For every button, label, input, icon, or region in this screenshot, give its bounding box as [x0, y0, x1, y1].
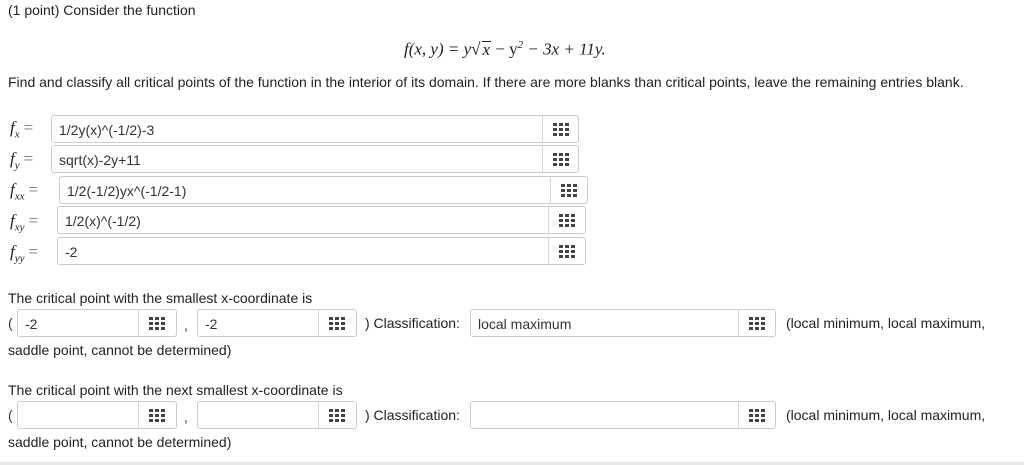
fxy-label: fxy = [10, 211, 39, 234]
fxx-answer-input[interactable]: 1/2(-1/2)yx^(-1/2-1) [59, 176, 588, 204]
grid-icon[interactable] [553, 153, 569, 167]
formula-sqrt-arg: x [481, 39, 492, 59]
point2-open-paren: ( [8, 407, 13, 423]
fxx-answer-value: 1/2(-1/2)yx^(-1/2-1) [67, 183, 187, 199]
function-formula: f(x, y) = y√ x − y2 − 3x + 11y. [404, 39, 606, 59]
point1-x-input[interactable]: -2 [17, 309, 177, 337]
formula-part3: − 3x + 11y. [527, 39, 606, 59]
point2-classification-label: ) Classification: [365, 407, 460, 423]
fx-answer-value: 1/2y(x)^(-1/2)-3 [59, 122, 155, 138]
point1-classification-label: ) Classification: [365, 315, 460, 331]
point2-y-input[interactable] [197, 401, 357, 429]
formula-exponent: 2 [517, 39, 524, 51]
fyy-label: fyy = [10, 242, 39, 265]
fx-label: fx = [10, 118, 34, 141]
grid-icon[interactable] [553, 123, 569, 137]
point1-y-input[interactable]: -2 [197, 309, 357, 337]
point2-classification-input[interactable] [470, 401, 776, 429]
fxy-answer-input[interactable]: 1/2(x)^(-1/2) [57, 206, 586, 234]
fx-answer-input[interactable]: 1/2y(x)^(-1/2)-3 [51, 115, 579, 143]
fyy-answer-input[interactable]: -2 [57, 237, 586, 265]
fyy-answer-value: -2 [65, 244, 78, 260]
instructions-text: Find and classify all critical points of… [8, 74, 964, 90]
point2-x-input[interactable] [17, 401, 177, 429]
point1-x-value: -2 [25, 316, 38, 332]
grid-icon[interactable] [749, 409, 765, 423]
grid-icon[interactable] [559, 214, 575, 228]
fy-answer-value: sqrt(x)-2y+11 [59, 152, 141, 168]
grid-icon[interactable] [561, 184, 577, 198]
point1-comma: , [184, 317, 188, 333]
problem-header: (1 point) Consider the function [8, 2, 196, 18]
fy-label: fy = [10, 149, 34, 172]
grid-icon[interactable] [329, 409, 345, 423]
grid-icon[interactable] [749, 317, 765, 331]
formula-lhs: f(x, y) = [404, 39, 460, 59]
point2-prompt: The critical point with the next smalles… [8, 382, 343, 398]
point2-options-line1: (local minimum, local maximum, [786, 407, 986, 423]
point1-options-line2: saddle point, cannot be determined) [8, 342, 232, 358]
point1-prompt: The critical point with the smallest x-c… [8, 290, 313, 306]
point1-open-paren: ( [8, 315, 13, 331]
point1-classification-value: local maximum [478, 316, 572, 332]
fxx-label: fxx = [10, 180, 39, 203]
point1-options-line1: (local minimum, local maximum, [786, 315, 986, 331]
point1-y-value: -2 [205, 316, 218, 332]
point2-comma: , [184, 409, 188, 425]
grid-icon[interactable] [149, 317, 165, 331]
point1-classification-input[interactable]: local maximum [470, 309, 776, 337]
fxy-answer-value: 1/2(x)^(-1/2) [65, 213, 141, 229]
grid-icon[interactable] [149, 409, 165, 423]
fy-answer-input[interactable]: sqrt(x)-2y+11 [51, 145, 579, 173]
grid-icon[interactable] [329, 317, 345, 331]
point2-options-line2: saddle point, cannot be determined) [8, 434, 232, 450]
formula-part2: − y [495, 39, 518, 59]
grid-icon[interactable] [559, 245, 575, 259]
